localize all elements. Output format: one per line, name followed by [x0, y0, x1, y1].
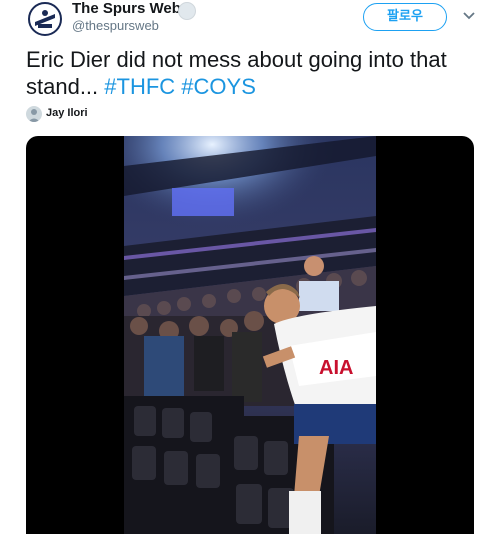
hashtag-link[interactable]: #COYS — [181, 74, 256, 99]
video-frame-image: AIA — [124, 136, 376, 534]
spurs-web-logo-icon — [31, 5, 59, 33]
hashtag-link[interactable]: #THFC — [104, 74, 175, 99]
account-handle[interactable]: @thespursweb — [72, 18, 159, 34]
tweet-header: The Spurs Web @thespursweb 팔로우 — [0, 0, 500, 40]
attribution-name: Jay Ilori — [46, 107, 88, 119]
user-icon — [26, 106, 42, 122]
chevron-down-icon[interactable] — [461, 8, 477, 24]
tweet-text: Eric Dier did not mess about going into … — [26, 46, 476, 100]
jersey-sponsor-text: AIA — [319, 357, 353, 379]
account-display-name[interactable]: The Spurs Web — [72, 0, 181, 18]
follow-button[interactable]: 팔로우 — [363, 3, 447, 31]
status-dot-icon — [178, 2, 196, 20]
tweet-video[interactable]: AIA — [26, 136, 474, 534]
account-avatar[interactable] — [28, 2, 62, 36]
